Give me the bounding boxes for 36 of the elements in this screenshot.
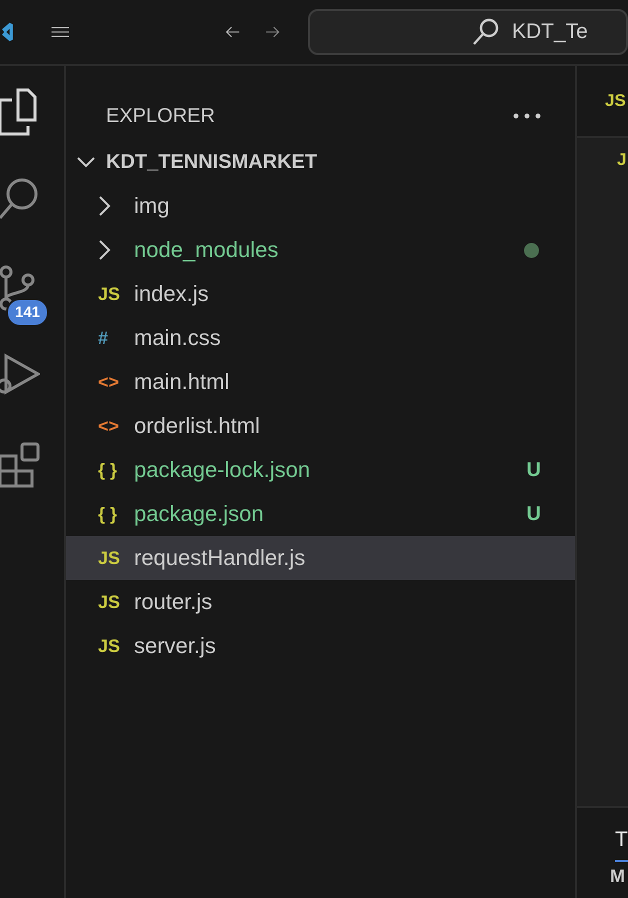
extensions-icon[interactable] xyxy=(0,440,40,488)
file-type-icon: JS xyxy=(98,592,120,612)
file-row[interactable]: JS requestHandler.js xyxy=(66,536,575,580)
file-row[interactable]: JS index.js xyxy=(66,272,575,316)
count-badge: 141 xyxy=(6,298,50,327)
file-type-icon: JS xyxy=(98,636,120,656)
more-actions-icon[interactable] xyxy=(513,113,541,119)
file-row[interactable]: <> main.html xyxy=(66,360,575,404)
file-type-icon: { } xyxy=(98,460,118,480)
explorer-title: EXPLORER xyxy=(106,104,215,128)
file-row[interactable]: <> orderlist.html xyxy=(66,404,575,448)
search-field[interactable]: KDT_Te xyxy=(308,9,628,55)
git-status-letter: U xyxy=(526,502,541,526)
git-status-letter: U xyxy=(526,458,541,482)
file-type-icon: JS xyxy=(98,284,120,304)
file-row[interactable]: JS server.js xyxy=(66,624,575,668)
chevron-icon xyxy=(98,239,112,261)
file-type-icon: <> xyxy=(98,372,120,392)
folder-row[interactable]: img xyxy=(66,184,575,228)
folder-row[interactable]: KDT_TENNISMARKET xyxy=(66,140,575,184)
file-type-icon: { } xyxy=(98,504,118,524)
panel-tab[interactable]: T xyxy=(615,828,628,862)
files-icon[interactable] xyxy=(0,88,38,136)
chevron-icon xyxy=(98,195,112,217)
file-type-icon: <> xyxy=(98,416,120,436)
file-type-icon: # xyxy=(98,328,108,348)
panel-text: M xyxy=(610,866,626,886)
folder-row[interactable]: node_modules xyxy=(66,228,575,272)
file-row[interactable]: { } package.json U xyxy=(66,492,575,536)
editor-tab[interactable]: JS xyxy=(605,91,626,111)
breadcrumb-icon: J xyxy=(617,150,626,169)
search-icon xyxy=(472,17,500,47)
file-row[interactable]: { } package-lock.json U xyxy=(66,448,575,492)
file-row[interactable]: JS router.js xyxy=(66,580,575,624)
file-row[interactable]: # main.css xyxy=(66,316,575,360)
file-type-icon: JS xyxy=(98,548,120,568)
